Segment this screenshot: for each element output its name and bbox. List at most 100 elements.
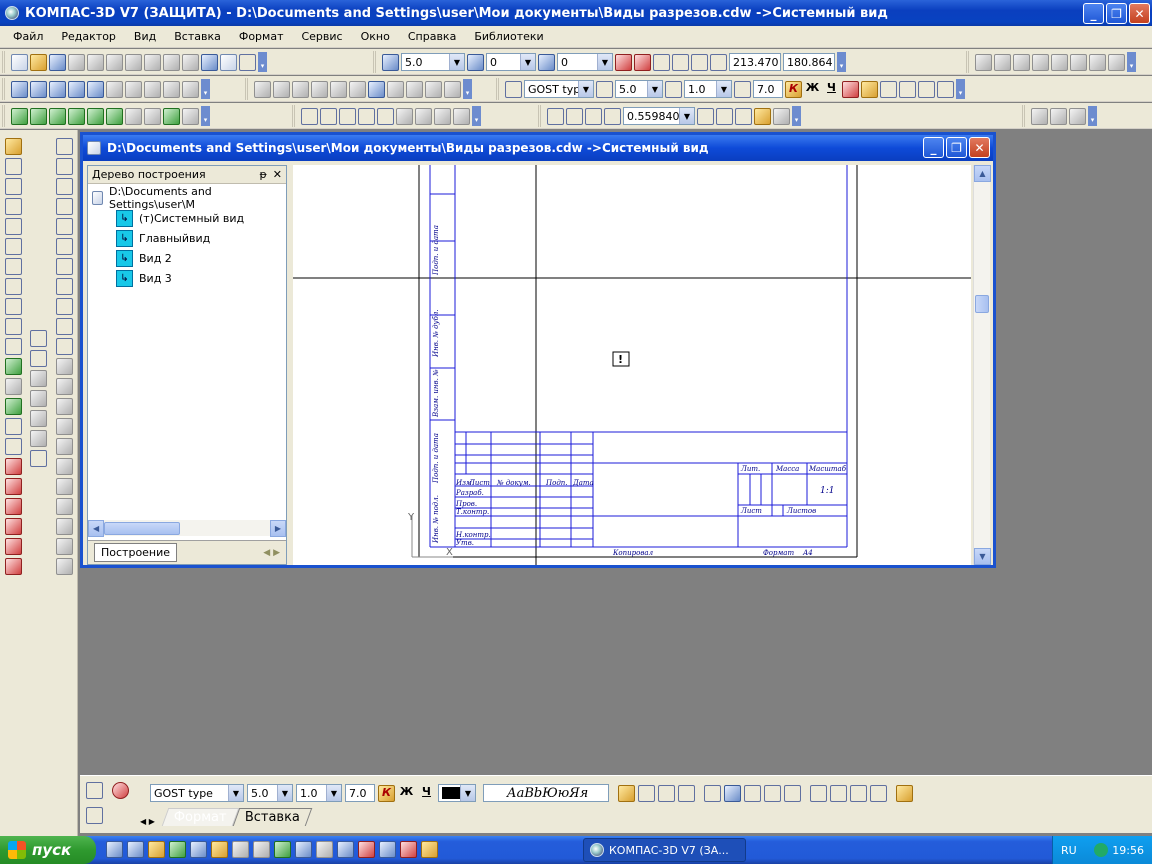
bottom-step-field[interactable]: 7.0 (345, 784, 375, 802)
tab-format[interactable]: Формат (161, 808, 239, 826)
menu-file[interactable]: Файл (13, 30, 43, 43)
tool-icon-j[interactable] (182, 80, 199, 98)
text-tool-icon[interactable] (4, 138, 22, 155)
quicklaunch-ie-icon[interactable] (127, 841, 144, 858)
align-center-icon[interactable] (880, 80, 897, 98)
grid-icon[interactable] (653, 53, 670, 71)
dim-icon-4[interactable] (29, 390, 47, 407)
zoom-combo[interactable]: 0.559840 ▼ (623, 107, 695, 125)
quicklaunch-icon-1[interactable] (106, 841, 123, 858)
ortho-icon[interactable] (672, 53, 689, 71)
position-tool-icon[interactable] (4, 238, 22, 255)
geom-icon-3[interactable] (339, 107, 356, 125)
undo-icon[interactable] (163, 53, 180, 71)
refresh-icon[interactable] (735, 107, 752, 125)
tree-item[interactable]: ↳ Вид 3 (92, 268, 282, 288)
lib-icon-1[interactable] (975, 53, 992, 71)
tab-nav-icon[interactable]: ◀ ▶ (140, 817, 155, 826)
drawing-canvas[interactable]: Подп. и дата Инв. № дубл. Взам. инв. № П… (293, 165, 971, 565)
node-icon[interactable] (4, 318, 22, 335)
bottom-tool-icon-4[interactable] (764, 784, 781, 802)
menu-service[interactable]: Сервис (301, 30, 342, 43)
shape-icon-2[interactable] (55, 458, 73, 475)
view-mode-icon[interactable] (773, 107, 790, 125)
equidistant-icon[interactable] (55, 398, 73, 415)
bottom-font-combo[interactable]: GOST type ▼ (150, 784, 244, 802)
measure-icon[interactable] (4, 398, 22, 415)
step-field[interactable]: 7.0 (753, 80, 783, 98)
toolbar-chevron[interactable]: ▾ (258, 52, 267, 72)
stretch-combo[interactable]: 1.0 ▼ (684, 80, 732, 98)
open-folder-icon[interactable] (30, 53, 47, 71)
table-tool-icon[interactable] (4, 158, 22, 175)
italic-button[interactable]: Ж (804, 81, 821, 98)
edit-icon-7[interactable] (368, 80, 385, 98)
scroll-right-icon[interactable]: ▶ (269, 519, 287, 537)
vscroll-thumb[interactable] (975, 295, 989, 313)
quicklaunch-icon-4[interactable] (169, 841, 186, 858)
bold-button[interactable]: К (785, 80, 802, 98)
quicklaunch-icon-13[interactable] (358, 841, 375, 858)
extra-icon-2[interactable] (1050, 107, 1067, 125)
geom-icon-8[interactable] (434, 107, 451, 125)
properties-icon[interactable] (201, 53, 218, 71)
toolbar-chevron[interactable]: ▾ (956, 79, 965, 99)
lib-icon-8[interactable] (1108, 53, 1125, 71)
align-justify-icon[interactable] (918, 80, 935, 98)
circle-icon[interactable] (55, 198, 73, 215)
scroll-down-icon[interactable]: ▼ (974, 548, 991, 565)
drawing-svg[interactable]: Подп. и дата Инв. № дубл. Взам. инв. № П… (293, 165, 971, 565)
tool-icon-b[interactable] (30, 80, 47, 98)
edit-icon-4[interactable] (311, 80, 328, 98)
copy-icon[interactable] (125, 53, 142, 71)
save-icon[interactable] (49, 53, 66, 71)
bottom-list-icon-4[interactable] (870, 784, 887, 802)
quicklaunch-icon-6[interactable] (211, 841, 228, 858)
edit-icon-5[interactable] (330, 80, 347, 98)
toolbar-chevron[interactable]: ▾ (837, 52, 846, 72)
extra-icon-1[interactable] (1031, 107, 1048, 125)
tree-item[interactable]: ↳ (т)Системный вид (92, 208, 282, 228)
dim-icon-7[interactable] (29, 450, 47, 467)
snap-local-icon[interactable] (634, 53, 651, 71)
variables-icon[interactable] (220, 53, 237, 71)
preview-icon[interactable] (87, 53, 104, 71)
scroll-left-icon[interactable]: ◀ (88, 519, 105, 537)
var-icon[interactable] (4, 418, 22, 435)
app-titlebar[interactable]: КОМПАС-3D V7 (ЗАЩИТА) - D:\Documents and… (0, 0, 1152, 26)
quicklaunch-icon-8[interactable] (253, 841, 270, 858)
toolbar-chevron[interactable]: ▾ (1088, 106, 1097, 126)
menu-insert[interactable]: Вставка (174, 30, 221, 43)
edit-icon-9[interactable] (406, 80, 423, 98)
select-icon-4[interactable] (4, 518, 22, 535)
language-indicator[interactable]: RU (1061, 844, 1077, 857)
select-icon-5[interactable] (4, 538, 22, 555)
view-icon-10[interactable] (182, 107, 199, 125)
geom-icon-6[interactable] (396, 107, 413, 125)
zoom-out-icon[interactable] (585, 107, 602, 125)
quicklaunch-icon-5[interactable] (190, 841, 207, 858)
brand-tool-icon[interactable] (4, 258, 22, 275)
hatch-icon[interactable] (55, 378, 73, 395)
arrow-view-icon[interactable] (4, 298, 22, 315)
doc-minimize-button[interactable]: _ (923, 137, 944, 158)
rect-icon[interactable] (55, 338, 73, 355)
bottom-stretch-combo[interactable]: 1.0 ▼ (296, 784, 342, 802)
view-icon-9[interactable] (163, 107, 180, 125)
paste-icon[interactable] (144, 53, 161, 71)
quicklaunch-icon-3[interactable] (148, 841, 165, 858)
shape-icon-7[interactable] (55, 558, 73, 575)
cut-icon[interactable] (106, 53, 123, 71)
geom-icon-2[interactable] (320, 107, 337, 125)
extra-icon-3[interactable] (1069, 107, 1086, 125)
edit-icon-1[interactable] (254, 80, 271, 98)
geom-icon-7[interactable] (415, 107, 432, 125)
new-file-icon[interactable] (11, 53, 28, 71)
paragraph-icon[interactable] (896, 784, 913, 802)
toolbar-chevron[interactable]: ▾ (201, 79, 210, 99)
scroll-thumb[interactable] (104, 521, 180, 535)
view-icon-1[interactable] (11, 107, 28, 125)
document-titlebar[interactable]: D:\Documents and Settings\user\Мои докум… (83, 135, 993, 161)
menu-help[interactable]: Справка (408, 30, 456, 43)
geom-icon-5[interactable] (377, 107, 394, 125)
